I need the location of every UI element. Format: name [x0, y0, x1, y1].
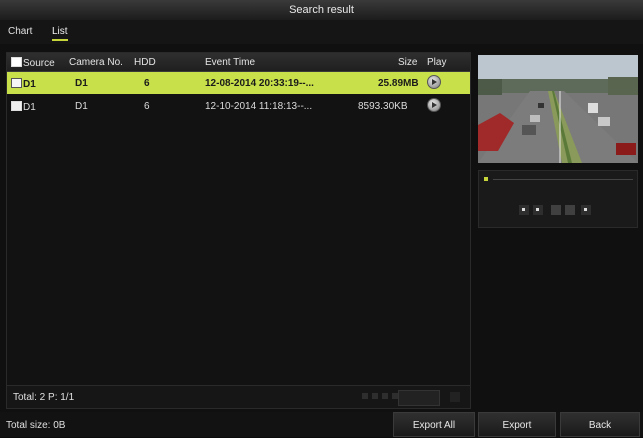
full-screen-icon[interactable]: [581, 205, 591, 215]
select-all-checkbox-icon[interactable]: [11, 57, 22, 67]
next-page-icon[interactable]: [382, 393, 388, 399]
header-event-time: Event Time: [205, 57, 256, 68]
fast-icon[interactable]: [565, 205, 575, 215]
table-row[interactable]: D1 D1 6 12-10-2014 11:18:13--... 8593.30…: [7, 95, 470, 117]
header-hdd: HDD: [134, 57, 156, 68]
header-camera: Camera No.: [69, 57, 123, 68]
stop-icon[interactable]: [533, 205, 543, 215]
playback-buttons: [519, 205, 599, 215]
header-size: Size: [398, 57, 418, 68]
video-preview: [478, 55, 638, 163]
playback-timeline[interactable]: [493, 179, 633, 180]
play-pause-icon[interactable]: [519, 205, 529, 215]
row-source: D1: [11, 101, 36, 113]
bottom-bar: Total size: 0B Export All Export Back: [0, 412, 643, 437]
total-size: Total size: 0B: [6, 420, 66, 431]
active-tab-underline: [52, 39, 68, 41]
highway-preview-image: [478, 55, 638, 163]
row-size: 25.89MB: [378, 78, 419, 89]
table-row[interactable]: D1 D1 6 12-08-2014 20:33:19--... 25.89MB: [7, 72, 470, 94]
tab-list[interactable]: List: [52, 26, 68, 41]
back-button[interactable]: Back: [560, 412, 640, 437]
list-footer: Total: 2 P: 1/1: [7, 385, 470, 408]
header-play: Play: [427, 57, 447, 68]
play-icon[interactable]: [427, 98, 441, 112]
prev-page-icon[interactable]: [372, 393, 378, 399]
row-event-time: 12-08-2014 20:33:19--...: [205, 78, 314, 89]
result-list-panel: Source Camera No. HDD Event Time Size Pl…: [6, 52, 471, 409]
row-hdd: 6: [144, 78, 150, 89]
row-camera: D1: [75, 78, 88, 89]
row-camera: D1: [75, 101, 88, 112]
window-title: Search result: [0, 0, 643, 20]
row-event-time: 12-10-2014 11:18:13--...: [205, 101, 313, 112]
row-source: D1: [11, 78, 36, 90]
row-source-label: D1: [23, 102, 36, 113]
row-size: 8593.30KB: [358, 101, 408, 112]
total-count: Total: 2 P: 1/1: [13, 392, 75, 403]
tab-chart[interactable]: Chart: [8, 26, 32, 37]
row-source-label: D1: [23, 79, 36, 90]
header-source[interactable]: Source: [11, 57, 55, 69]
export-button[interactable]: Export: [478, 412, 556, 437]
row-checkbox-icon[interactable]: [11, 101, 22, 111]
header-source-label: Source: [23, 58, 55, 69]
row-checkbox-icon[interactable]: [11, 78, 22, 88]
table-header: Source Camera No. HDD Event Time Size Pl…: [7, 53, 470, 72]
search-result-window: Search result Chart List Source Camera N…: [0, 0, 643, 437]
go-page-icon[interactable]: [450, 392, 460, 402]
slow-icon[interactable]: [551, 205, 561, 215]
timeline-marker-icon: [484, 177, 488, 181]
tab-bar: Chart List: [0, 20, 643, 44]
playback-control-panel: [478, 170, 638, 228]
row-hdd: 6: [144, 101, 150, 112]
play-icon[interactable]: [427, 75, 441, 89]
first-page-icon[interactable]: [362, 393, 368, 399]
tab-list-label: List: [52, 26, 68, 37]
page-number-input[interactable]: [398, 390, 440, 406]
export-all-button[interactable]: Export All: [393, 412, 475, 437]
